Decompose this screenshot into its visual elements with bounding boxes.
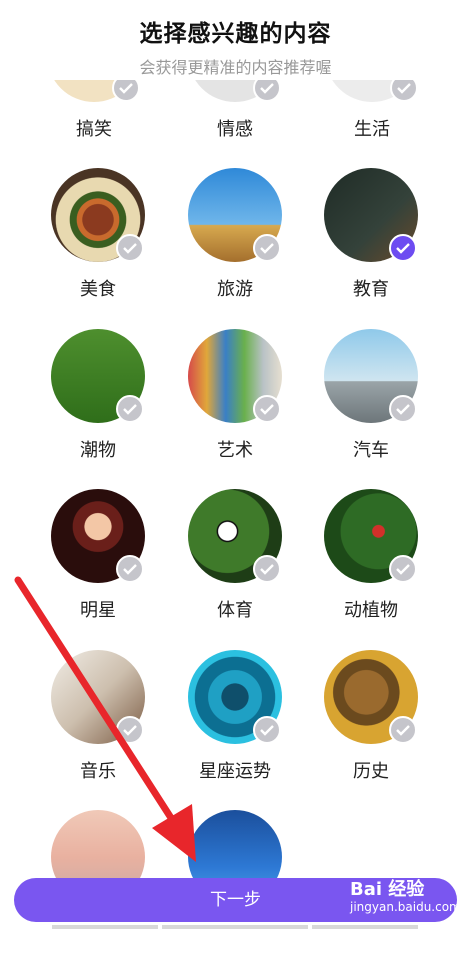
scroll-indicator — [312, 925, 418, 929]
category-label: 旅游 — [217, 279, 253, 300]
page-subtitle: 会获得更精准的内容推荐喔 — [139, 58, 332, 77]
check-icon — [253, 234, 281, 262]
category-item-education[interactable]: 教育 — [301, 168, 441, 328]
category-label: 音乐 — [80, 761, 116, 782]
check-selected-icon — [389, 234, 417, 262]
category-label: 明星 — [80, 600, 116, 621]
category-label: 情感 — [217, 119, 253, 140]
category-label: 艺术 — [217, 440, 253, 461]
category-item-trend[interactable]: 潮物 — [28, 329, 168, 489]
category-item-nature[interactable]: 动植物 — [301, 489, 441, 649]
page-title: 选择感兴趣的内容 — [139, 21, 332, 47]
category-label: 体育 — [217, 600, 253, 621]
category-grid: 搞笑 情感 生活 美食 旅游 教育 潮物 艺术 汽车 明星 体育 动植物 音乐 … — [0, 0, 471, 930]
next-step-label: 下一步 — [210, 890, 261, 910]
page-header: 选择感兴趣的内容 会获得更精准的内容推荐喔 — [0, 0, 471, 80]
category-item-art[interactable]: 艺术 — [165, 329, 305, 489]
scroll-indicator — [162, 925, 308, 929]
category-label: 生活 — [354, 119, 390, 140]
check-icon — [116, 234, 144, 262]
category-item-travel[interactable]: 旅游 — [165, 168, 305, 328]
category-label: 潮物 — [80, 440, 116, 461]
check-icon — [253, 555, 281, 583]
category-label: 汽车 — [353, 440, 389, 461]
check-icon — [389, 555, 417, 583]
check-icon — [116, 395, 144, 423]
category-item-zodiac[interactable]: 星座运势 — [165, 650, 305, 810]
check-icon — [253, 395, 281, 423]
category-item-star[interactable]: 明星 — [28, 489, 168, 649]
category-label: 搞笑 — [76, 119, 112, 140]
check-icon — [389, 395, 417, 423]
category-item-car[interactable]: 汽车 — [301, 329, 441, 489]
category-item-food[interactable]: 美食 — [28, 168, 168, 328]
category-item-sport[interactable]: 体育 — [165, 489, 305, 649]
category-item-music[interactable]: 音乐 — [28, 650, 168, 810]
watermark-url: jingyan.baidu.com — [350, 900, 461, 914]
category-label: 教育 — [353, 279, 389, 300]
category-label: 历史 — [353, 761, 389, 782]
check-icon — [389, 716, 417, 744]
check-icon — [253, 716, 281, 744]
scroll-indicator — [52, 925, 158, 929]
category-label: 动植物 — [344, 600, 398, 621]
baidu-watermark: Bai 经验 jingyan.baidu.com — [350, 879, 461, 915]
category-label: 美食 — [80, 279, 116, 300]
check-icon — [116, 555, 144, 583]
check-icon — [116, 716, 144, 744]
watermark-brand: Bai 经验 — [350, 879, 425, 900]
category-label: 星座运势 — [199, 761, 271, 782]
category-item-history[interactable]: 历史 — [301, 650, 441, 810]
